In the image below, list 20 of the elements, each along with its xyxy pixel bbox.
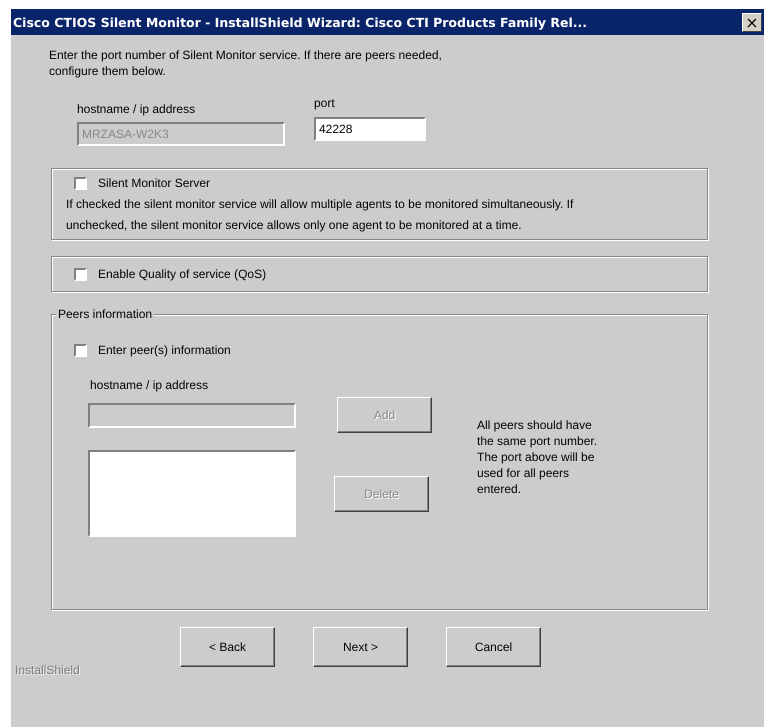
wizard-button[interactable]: < Back	[180, 627, 275, 667]
checkbox[interactable]	[74, 176, 87, 190]
hostname-label: hostname / ip address	[90, 377, 210, 393]
brand-label: InstallShield	[15, 663, 81, 677]
wizard-button[interactable]: Cancel	[446, 627, 541, 667]
hostname-label: hostname / ip address	[77, 101, 196, 117]
wizard-button[interactable]: Next >	[313, 627, 408, 667]
intro-text: Enter the port number of Silent Monitor service. If there are peers needed, configure them below.	[49, 47, 443, 79]
port-label: port	[314, 95, 336, 111]
checkbox-label: Enable Quality of service (QoS)	[98, 266, 266, 282]
close-button[interactable]: ×	[742, 12, 762, 32]
checkbox-label: Silent Monitor Server	[98, 175, 210, 191]
checkbox-label: Enter peer(s) information	[98, 342, 231, 358]
note-text: All peers should have the same port number. The port above will be used for all peers entered.	[477, 417, 598, 498]
checkbox[interactable]	[74, 344, 87, 356]
peers-listbox[interactable]	[88, 450, 296, 537]
description-text: If checked the silent monitor service will allow multiple agents to be monitored simultaneously. If unchecked, the silent monitor service allows only one agent to be monitored at a time.	[66, 196, 574, 234]
window-title: Cisco CTIOS Silent Monitor - InstallShield Wizard: Cisco CTI Products Family Rel...	[13, 14, 588, 30]
port-field[interactable]: 42228	[314, 117, 426, 141]
checkbox[interactable]	[74, 268, 87, 280]
